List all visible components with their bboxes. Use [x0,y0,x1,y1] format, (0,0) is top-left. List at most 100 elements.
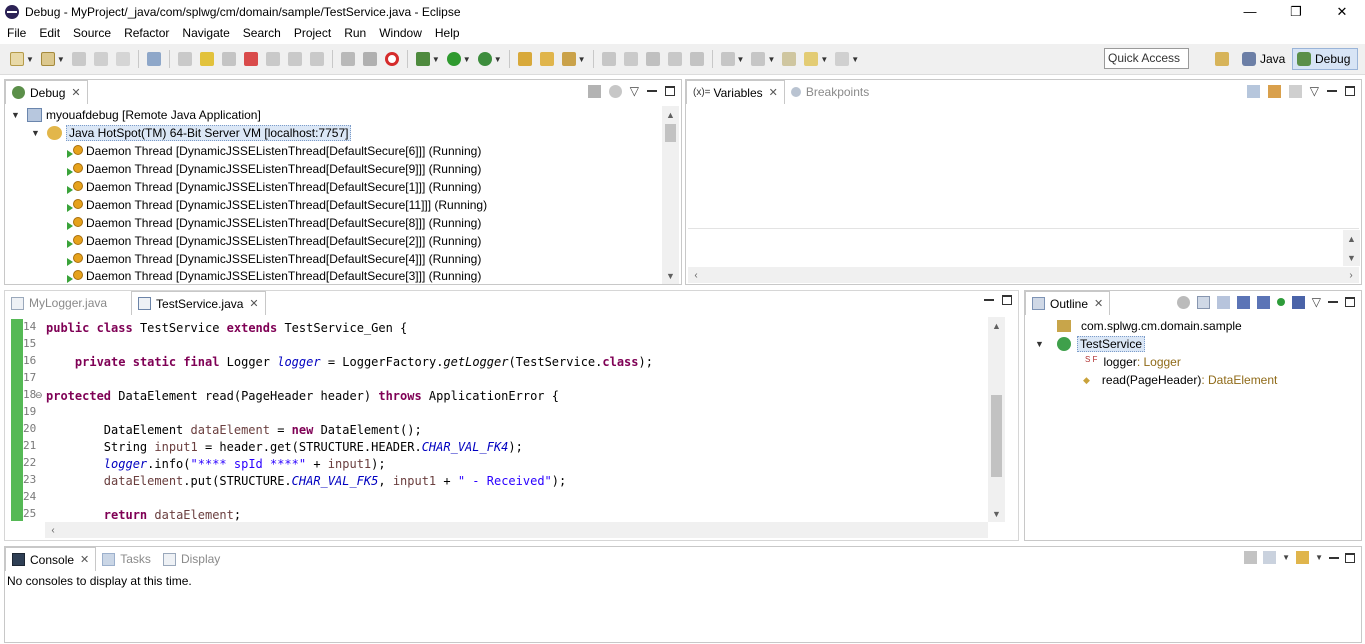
thread-row[interactable]: Daemon Thread [DynamicJSSEListenThread[D… [67,268,481,284]
menu-source[interactable]: Source [66,26,117,40]
menu-edit[interactable]: Edit [32,26,66,40]
toggle-mark-occurrences-icon[interactable] [601,52,616,66]
show-whitespace-icon[interactable] [645,52,660,66]
search-dropdown-icon[interactable]: ▼ [578,55,586,64]
tab-testservice[interactable]: TestService.java ✕ [131,291,266,315]
scroll-right-icon[interactable]: › [1343,267,1359,283]
resume-icon[interactable] [177,52,192,66]
tab-tasks[interactable]: Tasks [96,547,157,571]
scroll-left-icon[interactable]: ‹ [688,267,704,283]
minimize-button[interactable]: — [1227,0,1273,23]
open-console-icon[interactable] [1296,551,1310,564]
select-all-icon[interactable] [1288,84,1302,98]
outline-package[interactable]: com.splwg.cm.domain.sample [1057,317,1242,335]
maximize-icon[interactable] [665,86,675,96]
collapse-all-icon[interactable] [1196,295,1210,309]
minimize-icon[interactable] [647,86,657,92]
hide-non-public-icon[interactable] [1276,298,1285,306]
expand-chevron-icon[interactable]: ▼ [1035,339,1051,349]
thread-row[interactable]: Daemon Thread [DynamicJSSEListenThread[D… [67,232,481,250]
restore-button[interactable]: ❐ [1273,0,1319,23]
editor-horizontal-scrollbar[interactable]: ‹ [45,522,988,538]
new-package-icon[interactable] [40,52,55,66]
tree-launch[interactable]: ▼ myouafdebug [Remote Java Application] [11,106,261,124]
debug-dropdown-icon[interactable]: ▼ [432,55,440,64]
next-annotation-dropdown-icon[interactable]: ▼ [737,55,745,64]
menu-help[interactable]: Help [428,26,466,40]
debug-vertical-scrollbar[interactable]: ▲ ▼ [662,106,679,284]
menu-project[interactable]: Project [287,26,337,40]
skip-breakpoints-icon[interactable] [146,52,161,66]
maximize-icon[interactable] [1002,295,1012,305]
close-icon[interactable]: ✕ [71,86,80,99]
close-icon[interactable]: ✕ [249,297,258,310]
tab-variables[interactable]: (x)= Variables ✕ [686,80,785,104]
close-icon[interactable]: ✕ [769,86,778,99]
minimize-icon[interactable] [1327,86,1337,92]
tree-vm[interactable]: ▼ Java HotSpot(TM) 64-Bit Server VM [loc… [31,124,352,142]
thread-row[interactable]: Daemon Thread [DynamicJSSEListenThread[D… [67,196,487,214]
minimize-icon[interactable] [1328,297,1338,303]
close-window-button[interactable]: ✕ [1319,0,1365,23]
code-area[interactable]: public class TestService extends TestSer… [46,319,988,523]
remove-all-terminated-icon[interactable] [587,84,601,98]
tab-debug[interactable]: Debug ✕ [5,80,88,104]
tab-breakpoints[interactable]: Breakpoints [785,80,875,104]
quick-access-input[interactable]: Quick Access [1104,48,1189,69]
tab-mylogger[interactable]: MyLogger.java [5,291,113,315]
new-package-dropdown-icon[interactable]: ▼ [57,55,65,64]
previous-annotation-dropdown-icon[interactable]: ▼ [767,55,775,64]
thread-row[interactable]: Daemon Thread [DynamicJSSEListenThread[D… [67,142,481,160]
open-console-dropdown-icon[interactable]: ▼ [1315,553,1323,562]
save-all-icon[interactable] [93,52,108,66]
scroll-down-icon[interactable]: ▼ [662,267,679,284]
tab-console[interactable]: Console ✕ [5,547,97,571]
menu-navigate[interactable]: Navigate [175,26,235,40]
external-tools-dropdown-icon[interactable]: ▼ [494,55,502,64]
maximize-icon[interactable] [1345,552,1355,563]
editor-vertical-scrollbar[interactable]: ▲ ▼ [988,317,1005,522]
disconnect-icon[interactable] [243,52,258,66]
minimize-icon[interactable] [984,295,994,301]
open-task-icon[interactable] [539,52,554,66]
run-dropdown-icon[interactable]: ▼ [463,55,471,64]
scroll-up-icon[interactable]: ▲ [1343,230,1360,247]
run-icon[interactable] [446,52,461,66]
scroll-up-icon[interactable]: ▲ [988,317,1005,334]
menu-search[interactable]: Search [236,26,287,40]
java-perspective-button[interactable]: Java [1238,48,1290,70]
display-selected-console-icon[interactable] [1263,551,1277,564]
back-dropdown-icon[interactable]: ▼ [820,55,828,64]
view-menu-icon[interactable]: ▽ [1312,295,1321,309]
show-type-names-icon[interactable] [1246,84,1260,98]
hide-local-types-icon[interactable] [1291,295,1305,309]
next-annotation-icon[interactable] [720,52,735,66]
close-icon[interactable]: ✕ [1094,297,1103,310]
thread-row[interactable]: Daemon Thread [DynamicJSSEListenThread[D… [67,250,481,268]
menu-refactor[interactable]: Refactor [117,26,175,40]
minimize-icon[interactable] [1329,553,1339,559]
menu-file[interactable]: File [0,26,32,40]
scroll-down-icon[interactable]: ▼ [1343,249,1360,266]
scroll-thumb[interactable] [665,124,676,142]
open-perspective-icon[interactable] [1215,52,1229,66]
tab-outline[interactable]: Outline ✕ [1025,291,1111,315]
last-edit-location-icon[interactable] [782,52,797,66]
debug-run-icon[interactable] [415,52,430,66]
link-with-editor-icon[interactable] [1176,295,1190,309]
expand-chevron-icon[interactable]: ▼ [31,128,41,138]
breadcrumb-icon[interactable] [667,52,682,66]
scroll-left-icon[interactable]: ‹ [45,522,61,538]
details-horizontal-scrollbar[interactable]: ‹ › [688,267,1359,283]
scroll-down-icon[interactable]: ▼ [988,505,1005,522]
toggle-block-selection-icon[interactable] [623,52,638,66]
back-icon[interactable] [804,52,819,66]
pin-console-icon[interactable] [1244,551,1258,564]
oracle-icon[interactable] [384,52,399,66]
external-tools-icon[interactable] [477,52,492,66]
menu-run[interactable]: Run [337,26,372,40]
thread-row[interactable]: Daemon Thread [DynamicJSSEListenThread[D… [67,178,481,196]
print-icon[interactable] [115,52,130,66]
step-into-icon[interactable] [265,52,280,66]
hide-fields-icon[interactable] [1236,295,1250,309]
